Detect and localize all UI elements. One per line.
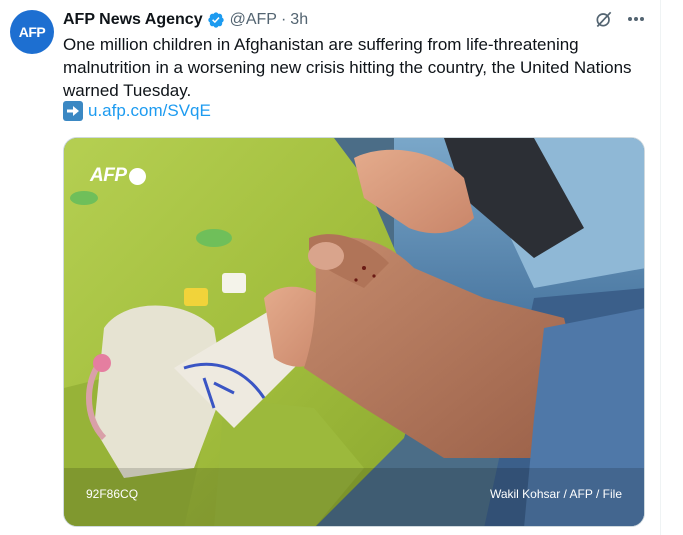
tweet-actions (594, 9, 646, 29)
verified-badge-icon (207, 12, 224, 28)
author-handle[interactable]: @AFP (230, 11, 277, 29)
tweet-photo[interactable]: AFP 92F86CQ Wakil Kohsar / AFP / File (63, 137, 645, 527)
avatar-label: AFP (18, 24, 46, 40)
more-icon[interactable] (626, 9, 646, 29)
watermark-dot-icon (128, 167, 146, 185)
author-name[interactable]: AFP News Agency (63, 11, 203, 29)
tweet-link[interactable]: u.afp.com/SVqE (88, 101, 211, 121)
separator-dot: · (280, 11, 287, 28)
tweet-header: AFP News Agency @AFP · 3h (63, 9, 308, 31)
grok-icon[interactable] (594, 9, 614, 29)
avatar[interactable]: AFP (10, 10, 54, 54)
watermark-text: AFP (90, 165, 127, 186)
tweet-link-row: u.afp.com/SVqE (63, 101, 211, 121)
tweet-text: One million children in Afghanistan are … (63, 35, 632, 100)
timeline-divider (660, 0, 661, 535)
photo-image (64, 138, 644, 526)
afp-watermark: AFP (90, 165, 146, 187)
timestamp[interactable]: 3h (290, 11, 308, 29)
photo-id: 92F86CQ (86, 487, 139, 501)
right-arrow-icon (63, 101, 83, 121)
photo-credit: Wakil Kohsar / AFP / File (489, 487, 622, 501)
